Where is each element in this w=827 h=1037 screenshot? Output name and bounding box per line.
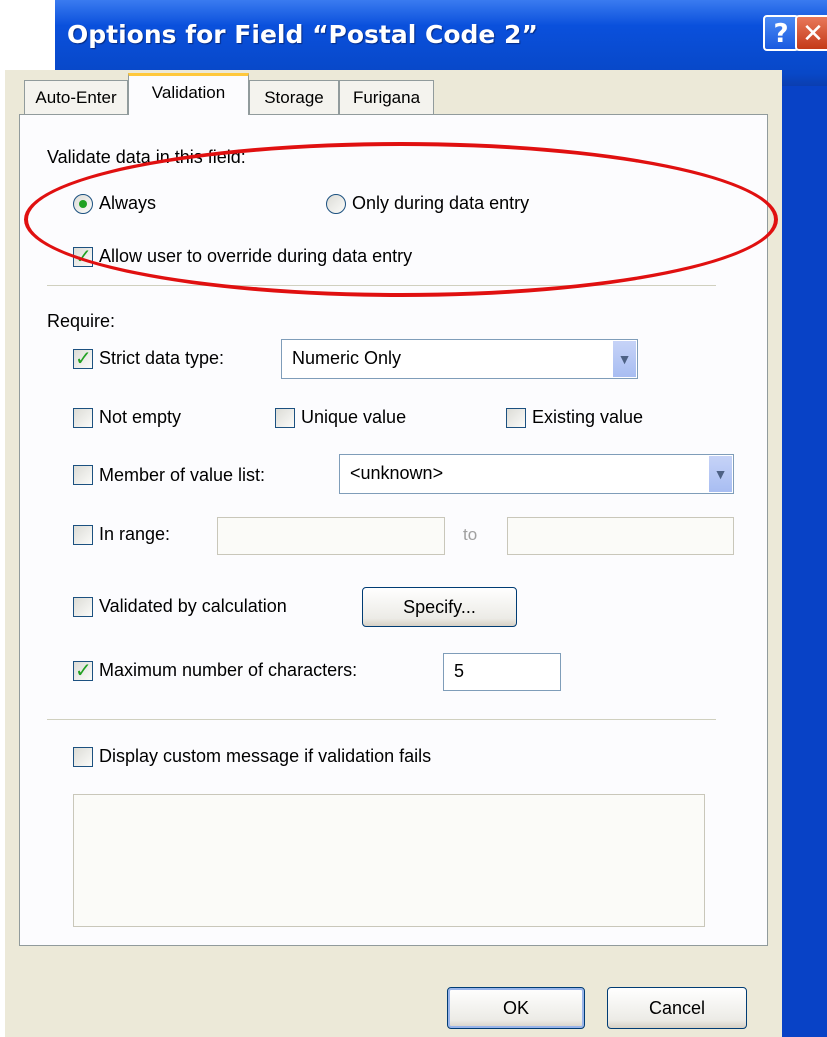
custom-message-checkbox[interactable]	[73, 747, 93, 767]
dialog-title: Options for Field “Postal Code 2”	[67, 20, 538, 49]
in-range-checkbox[interactable]	[73, 525, 93, 545]
help-icon: ?	[773, 19, 789, 49]
help-button[interactable]: ?	[763, 15, 799, 51]
specify-button[interactable]: Specify...	[362, 587, 517, 627]
tab-furigana[interactable]: Furigana	[339, 80, 434, 114]
range-to-input	[507, 517, 734, 555]
max-chars-checkbox[interactable]	[73, 658, 93, 682]
unique-value-checkbox[interactable]	[275, 408, 295, 428]
not-empty-checkbox[interactable]	[73, 408, 93, 428]
require-heading: Require:	[47, 311, 116, 331]
close-button[interactable]: ✕	[795, 15, 827, 51]
range-to-label: to	[463, 525, 478, 544]
tab-auto-enter[interactable]: Auto-Enter	[24, 80, 128, 114]
strict-type-dropdown-button[interactable]: ▼	[612, 341, 636, 377]
always-radio[interactable]	[73, 194, 93, 214]
separator	[47, 719, 716, 720]
only-entry-label[interactable]: Only during data entry	[352, 193, 529, 214]
value-list-checkbox[interactable]	[73, 465, 93, 485]
tab-validation[interactable]: Validation	[128, 73, 249, 115]
not-empty-label[interactable]: Not empty	[99, 407, 181, 428]
validation-panel: Validate data in this field: Always Only…	[19, 114, 768, 946]
strict-type-value: Numeric Only	[292, 348, 402, 368]
strict-type-select[interactable]: Numeric Only ▼	[281, 339, 638, 379]
calculation-checkbox[interactable]	[73, 597, 93, 617]
strict-type-label[interactable]: Strict data type:	[99, 348, 224, 369]
calculation-label[interactable]: Validated by calculation	[99, 596, 287, 617]
always-label[interactable]: Always	[99, 193, 156, 214]
cancel-button[interactable]: Cancel	[607, 987, 747, 1029]
value-list-value: <unknown>	[350, 463, 444, 483]
value-list-dropdown-button[interactable]: ▼	[708, 456, 732, 492]
in-range-label[interactable]: In range:	[99, 524, 170, 545]
existing-value-label[interactable]: Existing value	[532, 407, 643, 428]
chevron-down-icon: ▼	[713, 466, 728, 482]
tab-storage[interactable]: Storage	[249, 80, 339, 114]
override-label[interactable]: Allow user to override during data entry	[99, 246, 412, 267]
value-list-label[interactable]: Member of value list:	[99, 465, 265, 486]
only-entry-radio[interactable]	[326, 194, 346, 214]
range-from-input	[217, 517, 445, 555]
ok-button[interactable]: OK	[447, 987, 585, 1029]
dialog-body: Auto-Enter Validation Storage Furigana V…	[5, 70, 782, 1037]
value-list-select[interactable]: <unknown> ▼	[339, 454, 734, 494]
validate-heading: Validate data in this field:	[47, 147, 246, 167]
separator	[47, 285, 716, 286]
max-chars-label[interactable]: Maximum number of characters:	[99, 660, 357, 681]
override-checkbox[interactable]	[73, 244, 93, 268]
chevron-down-icon: ▼	[617, 351, 632, 367]
custom-message-textarea	[73, 794, 705, 927]
existing-value-checkbox[interactable]	[506, 408, 526, 428]
max-chars-input[interactable]: 5	[443, 653, 561, 691]
strict-type-checkbox[interactable]	[73, 346, 93, 370]
custom-message-label[interactable]: Display custom message if validation fai…	[99, 746, 431, 767]
close-icon: ✕	[802, 19, 824, 49]
unique-value-label[interactable]: Unique value	[301, 407, 406, 428]
